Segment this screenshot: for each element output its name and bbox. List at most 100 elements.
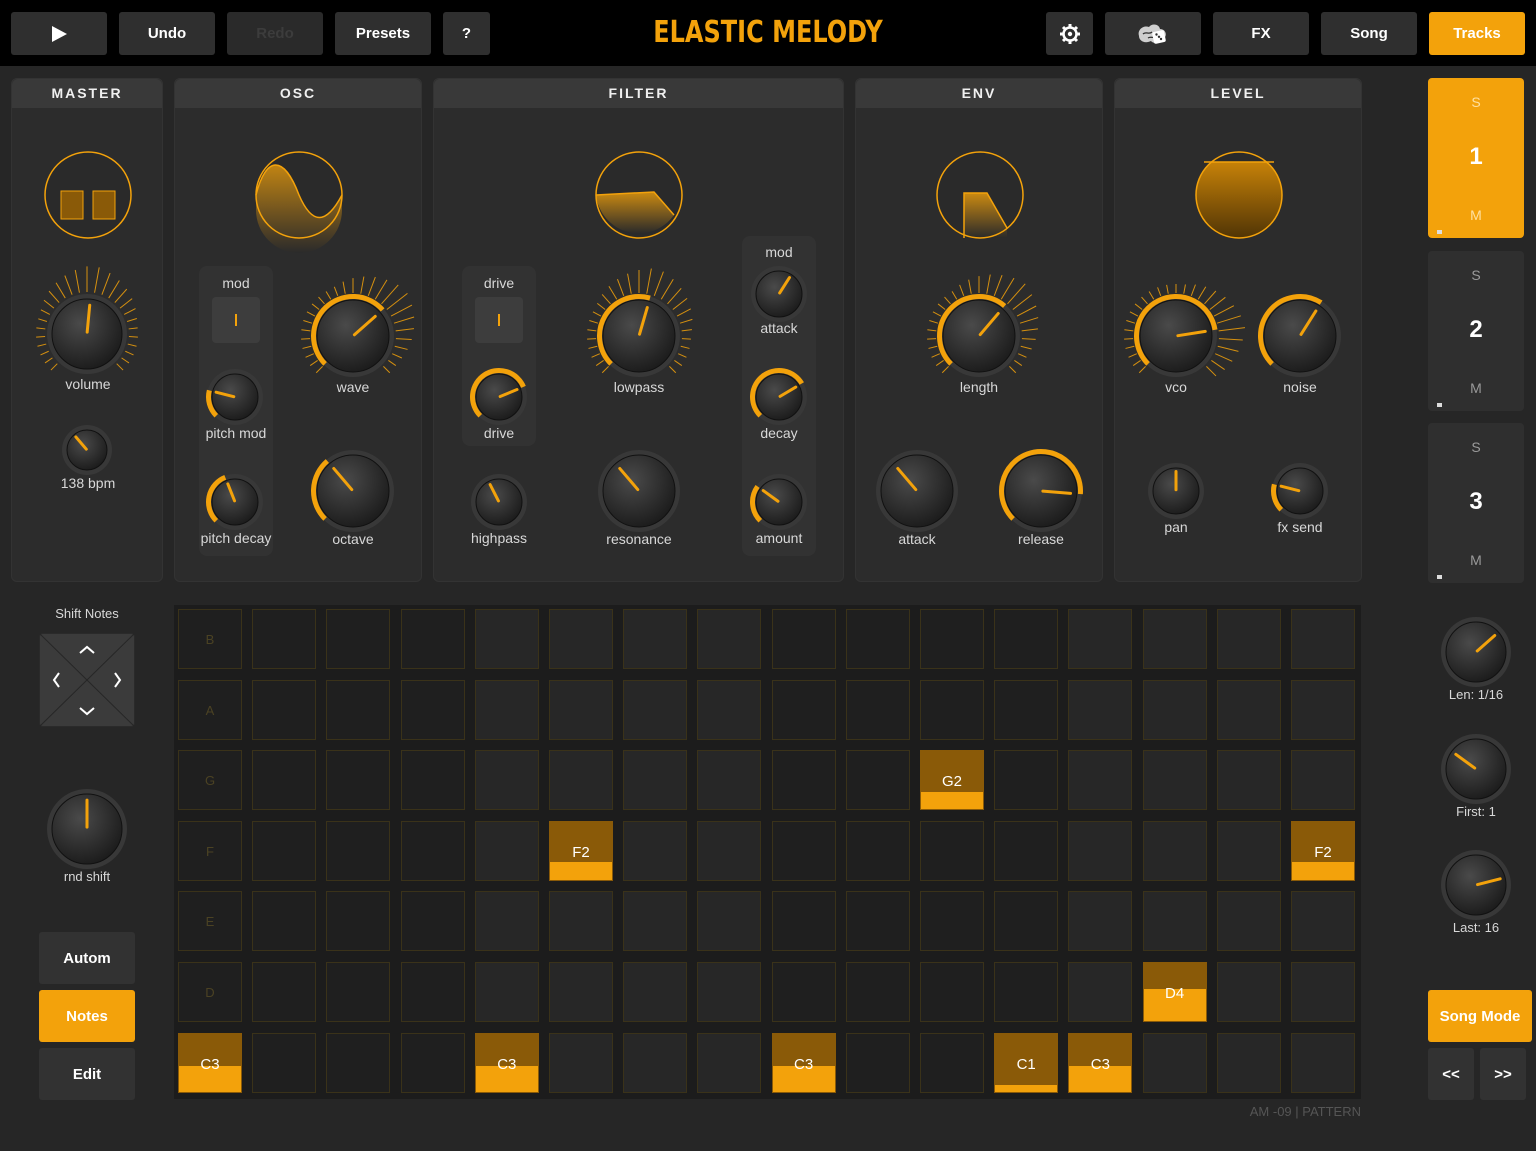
step-cell[interactable] [994, 750, 1059, 811]
step-cell[interactable]: D4 [1142, 962, 1207, 1022]
step-cell[interactable] [1291, 891, 1355, 952]
track-3-solo[interactable]: S [1428, 439, 1524, 455]
step-cell[interactable] [400, 962, 465, 1022]
song-mode-button[interactable]: Song Mode [1428, 990, 1532, 1042]
step-cell[interactable] [474, 962, 539, 1022]
pitch-decay-knob[interactable] [200, 467, 270, 537]
step-cell[interactable] [1216, 962, 1281, 1022]
step-cell[interactable] [1291, 679, 1355, 740]
step-cell[interactable] [697, 1032, 762, 1093]
step-cell[interactable] [994, 820, 1059, 881]
rnd-shift-knob[interactable] [40, 782, 134, 876]
step-cell[interactable] [771, 891, 836, 952]
step-cell[interactable] [845, 750, 910, 811]
tracks-button[interactable]: Tracks [1429, 12, 1525, 55]
step-cell[interactable] [845, 962, 910, 1022]
step-cell[interactable] [326, 1032, 391, 1093]
filter-decay-knob[interactable] [744, 362, 814, 432]
step-cell[interactable] [1216, 820, 1281, 881]
step-cell[interactable] [474, 820, 539, 881]
length-knob[interactable] [1434, 610, 1518, 694]
step-cell[interactable] [1291, 750, 1355, 811]
step-cell[interactable] [549, 962, 613, 1022]
step-cell[interactable] [252, 750, 317, 811]
step-cell[interactable]: F2 [1291, 820, 1355, 881]
step-cell[interactable] [400, 679, 465, 740]
step-cell[interactable] [845, 679, 910, 740]
autom-mode-button[interactable]: Autom [39, 932, 135, 984]
step-cell[interactable] [326, 962, 391, 1022]
step-cell[interactable] [623, 891, 688, 952]
step-cell[interactable] [326, 750, 391, 811]
resonance-knob[interactable] [591, 443, 687, 539]
osc-mod-toggle[interactable] [212, 297, 260, 343]
step-cell[interactable] [549, 891, 613, 952]
step-cell[interactable] [549, 609, 613, 669]
step-cell[interactable]: C3 [474, 1032, 539, 1093]
step-cell[interactable] [1142, 750, 1207, 811]
step-cell[interactable] [697, 609, 762, 669]
track-1-solo[interactable]: S [1428, 94, 1524, 110]
step-cell[interactable] [1291, 609, 1355, 669]
randomize-button[interactable] [1105, 12, 1201, 55]
step-cell[interactable] [920, 891, 984, 952]
step-cell[interactable] [623, 679, 688, 740]
track-1-mute[interactable]: M [1428, 207, 1524, 223]
step-cell[interactable] [252, 679, 317, 740]
step-cell[interactable] [697, 891, 762, 952]
step-cell[interactable] [920, 679, 984, 740]
step-cell[interactable] [400, 609, 465, 669]
settings-button[interactable] [1046, 12, 1093, 55]
step-cell[interactable] [1291, 1032, 1355, 1093]
step-cell[interactable]: E [178, 891, 242, 952]
step-cell[interactable] [697, 962, 762, 1022]
step-cell[interactable] [549, 750, 613, 811]
step-cell[interactable] [326, 820, 391, 881]
step-cell[interactable] [623, 1032, 688, 1093]
step-cell[interactable] [1068, 679, 1133, 740]
step-cell[interactable] [252, 609, 317, 669]
step-cell[interactable] [326, 679, 391, 740]
drive-toggle[interactable] [475, 297, 523, 343]
step-cell[interactable] [1216, 891, 1281, 952]
step-cell[interactable] [697, 750, 762, 811]
step-cell[interactable]: B [178, 609, 242, 669]
step-cell[interactable] [549, 679, 613, 740]
track-3-button[interactable]: S 3 M [1428, 423, 1524, 583]
redo-button[interactable]: Redo [227, 12, 323, 55]
step-cell[interactable]: G2 [920, 750, 984, 811]
edit-mode-button[interactable]: Edit [39, 1048, 135, 1100]
step-cell[interactable] [920, 609, 984, 669]
env-attack-knob[interactable] [869, 443, 965, 539]
step-cell[interactable]: C3 [1068, 1032, 1133, 1093]
noise-knob[interactable] [1252, 288, 1348, 384]
step-cell[interactable] [697, 820, 762, 881]
track-2-button[interactable]: S 2 M [1428, 251, 1524, 411]
step-cell[interactable] [1216, 679, 1281, 740]
step-cell[interactable] [1068, 609, 1133, 669]
step-cell[interactable] [994, 962, 1059, 1022]
step-cell[interactable] [845, 820, 910, 881]
step-cell[interactable] [474, 679, 539, 740]
step-cell[interactable] [400, 750, 465, 811]
step-cell[interactable] [1216, 750, 1281, 811]
drive-knob[interactable] [464, 362, 534, 432]
octave-knob[interactable] [305, 443, 401, 539]
step-cell[interactable] [1142, 891, 1207, 952]
next-button[interactable]: >> [1480, 1048, 1526, 1100]
step-cell[interactable] [994, 609, 1059, 669]
step-cell[interactable] [771, 820, 836, 881]
step-cell[interactable] [1142, 679, 1207, 740]
track-1-button[interactable]: S 1 M [1428, 78, 1524, 238]
step-cell[interactable] [920, 820, 984, 881]
step-cell[interactable] [400, 891, 465, 952]
step-cell[interactable] [623, 962, 688, 1022]
step-cell[interactable] [474, 750, 539, 811]
step-cell[interactable] [549, 1032, 613, 1093]
undo-button[interactable]: Undo [119, 12, 215, 55]
filter-amount-knob[interactable] [744, 467, 814, 537]
track-3-mute[interactable]: M [1428, 552, 1524, 568]
step-cell[interactable] [771, 750, 836, 811]
step-cell[interactable] [771, 609, 836, 669]
step-cell[interactable] [1068, 962, 1133, 1022]
